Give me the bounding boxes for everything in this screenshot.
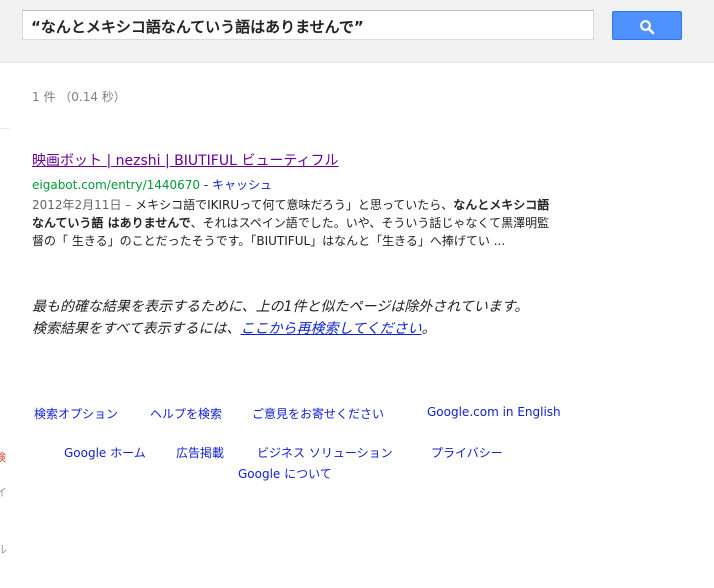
search-again-line: 検索結果をすべて表示するには、ここから再検索してください。 — [32, 318, 552, 340]
snippet-date: 2012年2月11日 – — [32, 198, 132, 212]
search-button[interactable] — [612, 11, 682, 40]
snippet-text: メキシコ語でIKIRUって何て意味だろう」と思っていたら、 — [131, 198, 454, 212]
result-title-link[interactable]: 映画ボット | nezshi | BIUTIFUL ビューティフル — [32, 152, 339, 170]
magnifier-icon — [640, 20, 655, 35]
left-edge-fragment: 検 — [0, 451, 6, 464]
left-edge-fragment: ル — [0, 543, 7, 556]
search-again-suffix: 。 — [421, 321, 436, 337]
search-result: 映画ボット | nezshi | BIUTIFUL ビューティフル eigabo… — [32, 150, 552, 250]
search-header — [0, 0, 714, 63]
footer-privacy-link[interactable]: プライバシー — [431, 444, 503, 461]
search-again-prefix: 検索結果をすべて表示するには、 — [32, 321, 241, 337]
cache-link[interactable]: キャッシュ — [212, 178, 272, 192]
left-edge-fragment: イ — [0, 486, 7, 499]
footer-business-link[interactable]: ビジネス ソリューション — [257, 444, 393, 461]
footer-google-home-link[interactable]: Google ホーム — [64, 444, 146, 461]
footer-google-english-link[interactable]: Google.com in English — [427, 405, 561, 419]
footer-advertising-link[interactable]: 広告掲載 — [176, 444, 224, 461]
search-again-link[interactable]: ここから再検索してください — [240, 321, 421, 337]
footer-about-google-link[interactable]: Google について — [238, 465, 332, 482]
url-separator: - — [200, 178, 213, 192]
omitted-line: 最も的確な結果を表示するために、上の1件と似たページは除外されています。 — [32, 299, 529, 315]
result-url: eigabot.com/entry/1440670 — [32, 178, 201, 192]
result-stats: 1 件 （0.14 秒） — [32, 90, 126, 104]
result-url-line: eigabot.com/entry/1440670 - キャッシュ — [32, 177, 552, 193]
footer-feedback-link[interactable]: ご意見をお寄せください — [252, 405, 384, 422]
footer-search-help-link[interactable]: ヘルプを検索 — [150, 405, 222, 422]
result-snippet: 2012年2月11日 – メキシコ語でIKIRUって何て意味だろう」と思っていた… — [32, 196, 552, 250]
omitted-results-notice: 最も的確な結果を表示するために、上の1件と似たページは除外されています。 検索結… — [32, 296, 552, 340]
footer-advanced-search-link[interactable]: 検索オプション — [34, 405, 118, 422]
search-input[interactable] — [22, 10, 594, 40]
left-divider — [0, 128, 10, 129]
